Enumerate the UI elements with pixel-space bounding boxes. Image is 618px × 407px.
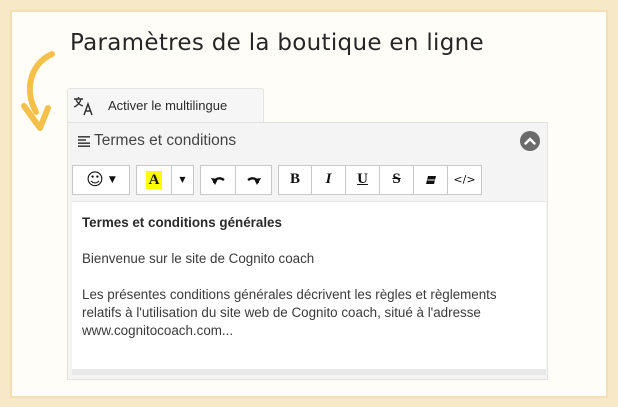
underline-label: U (357, 171, 368, 187)
text-color-dropdown[interactable]: ▼ (172, 164, 194, 195)
caret-down-icon: ▼ (108, 174, 116, 185)
undo-icon (211, 176, 225, 185)
caret-down-icon: ▼ (179, 175, 186, 184)
multilingual-tab-label: Activer le multilingue (108, 98, 228, 113)
editor-paragraph: Les présentes conditions générales décri… (82, 287, 497, 338)
panel-title: Termes et conditions (94, 132, 237, 149)
eraser-icon (425, 175, 436, 184)
emoji-button[interactable]: ☺ ▼ (72, 164, 130, 195)
editor-paragraph: Bienvenue sur le site de Cognito coach (82, 251, 315, 266)
curved-arrow-icon (21, 51, 55, 131)
rich-text-editor[interactable]: Termes et conditions générales Bienvenue… (72, 201, 546, 369)
page-title: Paramètres de la boutique en ligne (70, 30, 484, 56)
editor-heading: Termes et conditions générales (82, 215, 282, 230)
italic-label: I (325, 171, 332, 187)
italic-button[interactable]: I (312, 164, 346, 195)
chevron-up-icon (524, 137, 536, 145)
panel-header[interactable]: Termes et conditions (68, 123, 547, 159)
code-icon: </> (453, 173, 476, 186)
redo-icon (246, 176, 261, 185)
translate-icon (73, 96, 93, 115)
collapse-button[interactable] (520, 131, 540, 151)
redo-button[interactable] (236, 164, 272, 195)
clear-format-button[interactable] (414, 164, 448, 195)
strikethrough-label: S (392, 171, 401, 187)
underline-button[interactable]: U (346, 164, 380, 195)
strikethrough-button[interactable]: S (380, 164, 414, 195)
bold-label: B (289, 171, 300, 187)
undo-button[interactable] (200, 164, 236, 195)
source-code-button[interactable]: </> (448, 164, 482, 195)
text-lines-icon (78, 135, 90, 147)
editor-toolbar: ☺ ▼ A ▼ B I U S </> (72, 159, 544, 200)
text-color-label: A (145, 170, 163, 189)
bold-button[interactable]: B (278, 164, 312, 195)
text-color-button[interactable]: A (136, 164, 172, 195)
editor-resize-bar[interactable] (72, 369, 546, 375)
multilingual-tab[interactable]: Activer le multilingue (67, 88, 264, 122)
emoji-icon: ☺ (86, 169, 104, 190)
terms-panel: Termes et conditions ☺ ▼ A ▼ B I U S </>… (67, 122, 548, 380)
